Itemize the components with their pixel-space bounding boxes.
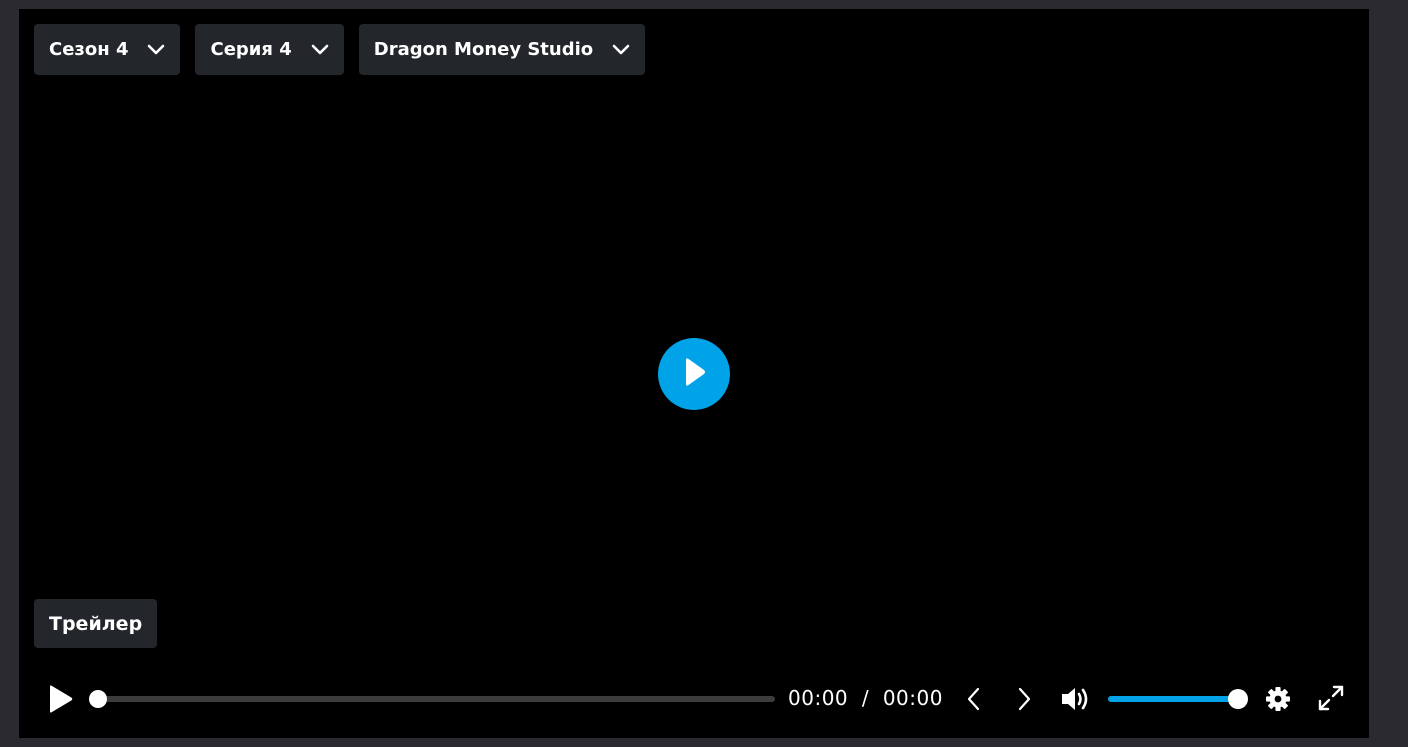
chevron-down-icon	[611, 40, 631, 60]
volume-button[interactable]	[1060, 684, 1092, 714]
studio-label: Dragon Money Studio	[373, 39, 594, 60]
previous-button[interactable]	[961, 686, 987, 712]
play-icon	[50, 685, 73, 713]
chevron-down-icon	[146, 40, 166, 60]
seek-track	[99, 696, 775, 702]
seek-handle[interactable]	[89, 690, 107, 708]
play-icon	[680, 356, 708, 392]
seek-bar[interactable]	[89, 690, 775, 708]
chevron-right-icon	[1018, 687, 1031, 711]
chevron-down-icon	[310, 40, 330, 60]
studio-dropdown[interactable]: Dragon Money Studio	[358, 24, 646, 75]
duration: 00:00	[882, 686, 943, 710]
top-selectors: Сезон 4 Серия 4 Dragon Money Studio	[34, 24, 646, 75]
volume-handle[interactable]	[1228, 689, 1248, 709]
volume-icon	[1062, 688, 1088, 710]
big-play-button[interactable]	[658, 338, 730, 410]
season-label: Сезон 4	[49, 39, 129, 60]
trailer-button[interactable]: Трейлер	[34, 599, 158, 648]
fullscreen-icon	[1318, 685, 1344, 711]
volume-fill	[1108, 696, 1236, 702]
chevron-left-icon	[967, 687, 980, 711]
time-separator: /	[861, 686, 870, 710]
control-bar: 00:00 / 00:00	[19, 674, 1369, 724]
trailer-label: Трейлер	[49, 612, 143, 635]
play-button[interactable]	[45, 684, 75, 714]
episode-dropdown[interactable]: Серия 4	[195, 24, 344, 75]
episode-label: Серия 4	[210, 39, 292, 60]
next-button[interactable]	[1011, 686, 1037, 712]
settings-button[interactable]	[1265, 686, 1291, 712]
gear-icon	[1266, 687, 1290, 711]
video-player[interactable]: Сезон 4 Серия 4 Dragon Money Studio Трей…	[19, 9, 1369, 738]
current-time: 00:00	[788, 686, 849, 710]
season-dropdown[interactable]: Сезон 4	[34, 24, 181, 75]
time-display: 00:00 / 00:00	[788, 686, 943, 710]
fullscreen-button[interactable]	[1317, 684, 1345, 712]
volume-slider[interactable]	[1108, 689, 1248, 709]
